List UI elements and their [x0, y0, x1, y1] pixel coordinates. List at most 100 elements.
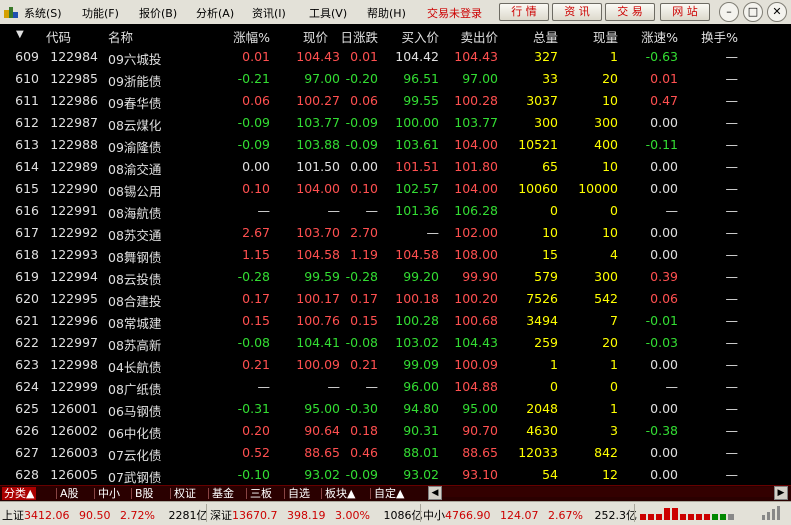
zx-index-readout[interactable]: 中小4766.90 124.07 2.67% 252.3亿: [423, 507, 637, 523]
table-row[interactable]: 627 126003 07云化债 0.52 88.65 0.46 88.01 88.65 120…: [0, 442, 791, 464]
row-code: 122992: [50, 225, 98, 240]
table-row[interactable]: 620 122995 08合建投 0.17 100.17 0.17 100.18 100.20…: [0, 288, 791, 310]
row-current-volume: 842: [594, 445, 618, 460]
table-row[interactable]: 622 122997 08苏高新 -0.08 104.41 -0.08 103.02 104.…: [0, 332, 791, 354]
scroll-left-icon[interactable]: ◀: [428, 486, 442, 500]
row-current-volume: 12: [602, 467, 618, 482]
row-day-change: -0.08: [345, 335, 378, 350]
header-change-pct[interactable]: 涨幅%: [200, 27, 270, 46]
row-change-pct: -0.10: [237, 467, 270, 482]
row-current-volume: 0: [610, 203, 618, 218]
row-volume: 2048: [526, 401, 558, 416]
row-code: 126003: [50, 445, 98, 460]
header-current-volume[interactable]: 现量: [560, 27, 618, 46]
table-row[interactable]: 628 126005 07武钢债 -0.10 93.02 -0.09 93.02 93.10 5…: [0, 464, 791, 486]
row-speed: -0.03: [645, 335, 678, 350]
table-row[interactable]: 625 126001 06马钢债 -0.31 95.00 -0.30 94.80 95.00 2…: [0, 398, 791, 420]
tab-5[interactable]: 基金: [210, 487, 236, 500]
table-row[interactable]: 617 122992 08苏交通 2.67 103.70 2.70—102.00 10 10 0…: [0, 222, 791, 244]
row-name: 08舞钢债: [108, 250, 162, 265]
tab-3[interactable]: B股: [133, 487, 156, 500]
row-seq: 623: [15, 357, 39, 372]
row-bid: 99.09: [403, 357, 439, 372]
restore-button[interactable]: □: [743, 2, 763, 22]
row-speed: 0.00: [650, 159, 678, 174]
header-volume[interactable]: 总量: [500, 27, 558, 46]
row-name: 06马钢债: [108, 404, 162, 419]
table-row[interactable]: 618 122993 08舞钢债 1.15 104.58 1.19 104.58 108.00…: [0, 244, 791, 266]
row-day-change: 0.01: [350, 49, 378, 64]
trade-login-status[interactable]: 交易未登录: [427, 5, 482, 21]
quote-button[interactable]: 行 情: [499, 3, 549, 21]
header-speed[interactable]: 涨速%: [620, 27, 678, 46]
row-name: 08云煤化: [108, 118, 162, 133]
row-change-pct: -0.31: [237, 401, 270, 416]
menu-analysis[interactable]: 分析(A): [196, 5, 234, 21]
table-row[interactable]: 616 122991 08海航债 — — —101.36 106.28 0 0— —: [0, 200, 791, 222]
header-bid[interactable]: 买入价: [385, 27, 439, 46]
sz-index-readout[interactable]: 深证13670.7 398.19 3.00% 1086亿: [210, 507, 422, 523]
table-row[interactable]: 623 122998 04长航债 0.21 100.09 0.21 99.09 100.09 1…: [0, 354, 791, 376]
header-name[interactable]: 名称: [108, 27, 133, 46]
menu-tools[interactable]: 工具(V): [309, 5, 347, 21]
horizontal-scrollbar[interactable]: [440, 487, 774, 497]
row-bid: 94.80: [403, 401, 439, 416]
row-day-change: 0.10: [350, 181, 378, 196]
table-row[interactable]: 624 122999 08广纸债 — — —96.00 104.88 0 0— —: [0, 376, 791, 398]
scroll-right-icon[interactable]: ▶: [774, 486, 788, 500]
minimize-button[interactable]: –: [719, 2, 739, 22]
row-change-pct: 0.15: [242, 313, 270, 328]
table-row[interactable]: 619 122994 08云投债 -0.28 99.59 -0.28 99.20 99.90 5…: [0, 266, 791, 288]
row-change-pct: 0.17: [242, 291, 270, 306]
row-name: 07武钢债: [108, 470, 162, 485]
table-row[interactable]: 609 122984 09六城投 0.01 104.43 0.01 104.42 104.43…: [0, 46, 791, 68]
tab-9[interactable]: 自定▲: [372, 487, 406, 500]
sort-indicator-icon[interactable]: ▼: [16, 29, 24, 40]
tab-4[interactable]: 权证: [172, 487, 198, 500]
row-turnover: —: [725, 467, 739, 482]
trade-button[interactable]: 交 易: [605, 3, 655, 21]
row-ask: 100.28: [454, 93, 498, 108]
tab-0[interactable]: 分类▲: [2, 487, 37, 500]
header-day-change[interactable]: 日涨跌: [320, 27, 378, 46]
row-seq: 627: [15, 445, 39, 460]
row-speed: 0.39: [650, 269, 678, 284]
header-ask[interactable]: 卖出价: [440, 27, 498, 46]
row-day-change: -0.09: [345, 137, 378, 152]
table-row[interactable]: 610 122985 09浙能债 -0.21 97.00 -0.20 96.51 97.00 3…: [0, 68, 791, 90]
menu-news[interactable]: 资讯(I): [252, 5, 286, 21]
table-row[interactable]: 613 122988 09渝隆债 -0.09 103.88 -0.09 103.61 104.…: [0, 134, 791, 156]
tab-1[interactable]: A股: [58, 487, 81, 500]
tab-7[interactable]: 自选: [286, 487, 312, 500]
row-volume: 54: [542, 467, 558, 482]
row-change-pct: -0.09: [237, 115, 270, 130]
header-turnover[interactable]: 换手%: [680, 27, 738, 46]
table-row[interactable]: 615 122990 08锡公用 0.10 104.00 0.10 102.57 104.00…: [0, 178, 791, 200]
tab-8[interactable]: 板块▲: [323, 487, 357, 500]
row-ask: 104.43: [454, 49, 498, 64]
row-ask: 99.90: [462, 269, 498, 284]
row-change-pct: 0.10: [242, 181, 270, 196]
row-speed: —: [665, 203, 679, 218]
header-code[interactable]: 代码: [46, 27, 71, 46]
close-button[interactable]: ✕: [767, 2, 787, 22]
row-volume: 7526: [526, 291, 558, 306]
website-button[interactable]: 网 站: [660, 3, 710, 21]
menu-help[interactable]: 帮助(H): [367, 5, 406, 21]
table-row[interactable]: 626 126002 06中化债 0.20 90.64 0.18 90.31 90.70 463…: [0, 420, 791, 442]
menu-system[interactable]: 系统(S): [24, 5, 62, 21]
news-button[interactable]: 资 讯: [552, 3, 602, 21]
row-volume: 327: [534, 49, 558, 64]
table-row[interactable]: 612 122987 08云煤化 -0.09 103.77 -0.09 100.00 103.…: [0, 112, 791, 134]
table-row[interactable]: 614 122989 08渝交通 0.00 101.50 0.00 101.51 101.80…: [0, 156, 791, 178]
sh-index-readout[interactable]: 上证3412.06 90.50 2.72% 2281亿: [2, 507, 207, 523]
tab-2[interactable]: 中小: [96, 487, 122, 500]
menu-function[interactable]: 功能(F): [82, 5, 119, 21]
table-row[interactable]: 621 122996 08常城建 0.15 100.76 0.15 100.28 100.68…: [0, 310, 791, 332]
row-turnover: —: [725, 71, 739, 86]
tab-6[interactable]: 三板: [248, 487, 274, 500]
row-day-change: -0.28: [345, 269, 378, 284]
row-volume: 12033: [518, 445, 558, 460]
menu-quote[interactable]: 报价(B): [139, 5, 177, 21]
table-row[interactable]: 611 122986 09春华债 0.06 100.27 0.06 99.55 100.28 3…: [0, 90, 791, 112]
